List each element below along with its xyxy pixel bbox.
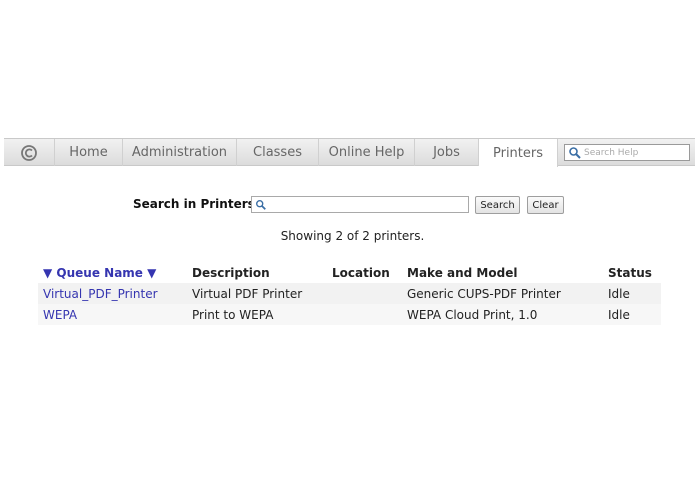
search-printers-field[interactable] (251, 196, 469, 213)
search-printers-input[interactable] (267, 198, 464, 211)
cups-logo-icon (21, 144, 37, 161)
table-row: WEPA Print to WEPA WEPA Cloud Print, 1.0… (38, 304, 661, 325)
tab-classes[interactable]: Classes (237, 139, 319, 166)
make-model-cell: WEPA Cloud Print, 1.0 (407, 307, 538, 322)
table-row: Virtual_PDF_Printer Virtual PDF Printer … (38, 283, 661, 304)
help-search-box[interactable] (564, 144, 690, 161)
search-icon (256, 199, 266, 210)
printer-link[interactable]: Virtual_PDF_Printer (43, 287, 158, 301)
search-icon (569, 146, 581, 159)
header-description: Description (192, 266, 270, 280)
search-printers-label: Search in Printers: (133, 197, 260, 211)
header-status: Status (608, 266, 652, 280)
description-cell: Virtual PDF Printer (192, 286, 303, 301)
tab-administration[interactable]: Administration (123, 139, 237, 166)
tab-online-help[interactable]: Online Help (319, 139, 415, 166)
header-location: Location (332, 266, 390, 280)
tab-printers[interactable]: Printers (479, 139, 558, 167)
printer-link[interactable]: WEPA (43, 308, 77, 322)
clear-button[interactable]: Clear (527, 196, 564, 214)
header-make-model: Make and Model (407, 266, 518, 280)
queue-name-cell: WEPA (43, 304, 77, 325)
search-button[interactable]: Search (475, 196, 520, 214)
status-cell: Idle (608, 286, 630, 301)
printers-table: ▼ Queue Name ▼ Description Location Make… (38, 263, 661, 325)
tab-jobs[interactable]: Jobs (415, 139, 479, 166)
table-header-row: ▼ Queue Name ▼ Description Location Make… (38, 263, 661, 283)
home-logo-link[interactable] (4, 139, 55, 166)
tab-home[interactable]: Home (55, 139, 123, 166)
cups-printers-page: Home Administration Classes Online Help … (0, 0, 695, 494)
results-count-text: Showing 2 of 2 printers. (280, 229, 425, 243)
top-nav-bar: Home Administration Classes Online Help … (4, 138, 695, 167)
make-model-cell: Generic CUPS-PDF Printer (407, 286, 561, 301)
queue-name-cell: Virtual_PDF_Printer (43, 283, 158, 304)
help-search-input[interactable] (582, 147, 684, 158)
header-queue-name[interactable]: ▼ Queue Name ▼ (43, 263, 156, 283)
status-cell: Idle (608, 307, 630, 322)
description-cell: Print to WEPA (192, 307, 274, 322)
